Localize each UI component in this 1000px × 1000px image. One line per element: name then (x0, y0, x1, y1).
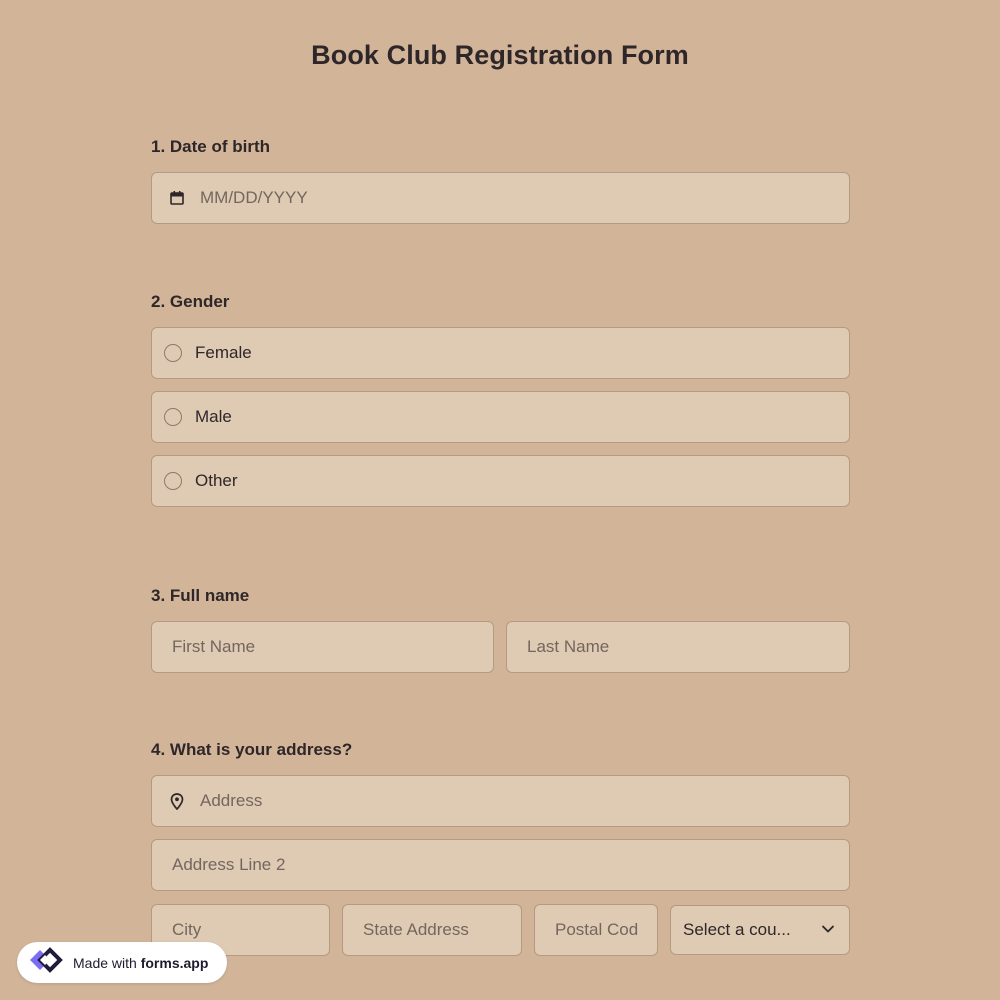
address-field[interactable] (151, 775, 850, 827)
last-name-input[interactable] (507, 622, 849, 672)
badge-brand: forms.app (140, 954, 209, 971)
postal-code-field[interactable] (534, 904, 658, 956)
badge-text: Made with forms.app (73, 955, 208, 971)
chevron-down-icon (821, 921, 835, 939)
country-select-value: Select a cou... (683, 920, 791, 939)
radio-button[interactable] (164, 472, 182, 490)
form-title: Book Club Registration Form (311, 40, 689, 70)
radio-button[interactable] (164, 408, 182, 426)
address-line-2-field[interactable] (151, 839, 850, 891)
state-field[interactable] (342, 904, 522, 956)
address-line-2-input[interactable] (152, 840, 849, 890)
country-select[interactable]: Select a cou... (670, 905, 850, 955)
gender-question-label: 2. Gender (151, 292, 230, 311)
gender-option-other[interactable]: Other (151, 455, 850, 507)
gender-option-female[interactable]: Female (151, 327, 850, 379)
state-input[interactable] (343, 905, 521, 955)
calendar-icon (152, 190, 200, 206)
radio-button[interactable] (164, 344, 182, 362)
dob-input[interactable] (200, 173, 849, 223)
first-name-input[interactable] (152, 622, 493, 672)
gender-option-label: Other (195, 471, 238, 490)
made-with-forms-app-badge[interactable]: Made with forms.app (17, 942, 227, 983)
postal-code-input[interactable] (535, 905, 657, 955)
first-name-field[interactable] (151, 621, 494, 673)
dob-field[interactable] (151, 172, 850, 224)
address-question-label: 4. What is your address? (151, 740, 353, 759)
gender-option-label: Male (195, 407, 232, 426)
full-name-question-label: 3. Full name (151, 586, 250, 605)
dob-question-label: 1. Date of birth (151, 137, 271, 156)
address-input[interactable] (200, 776, 849, 826)
badge-prefix: Made with (73, 954, 141, 971)
forms-app-logo-icon (26, 943, 66, 982)
gender-option-male[interactable]: Male (151, 391, 850, 443)
map-pin-icon (152, 792, 200, 810)
last-name-field[interactable] (506, 621, 850, 673)
gender-option-label: Female (195, 343, 252, 362)
